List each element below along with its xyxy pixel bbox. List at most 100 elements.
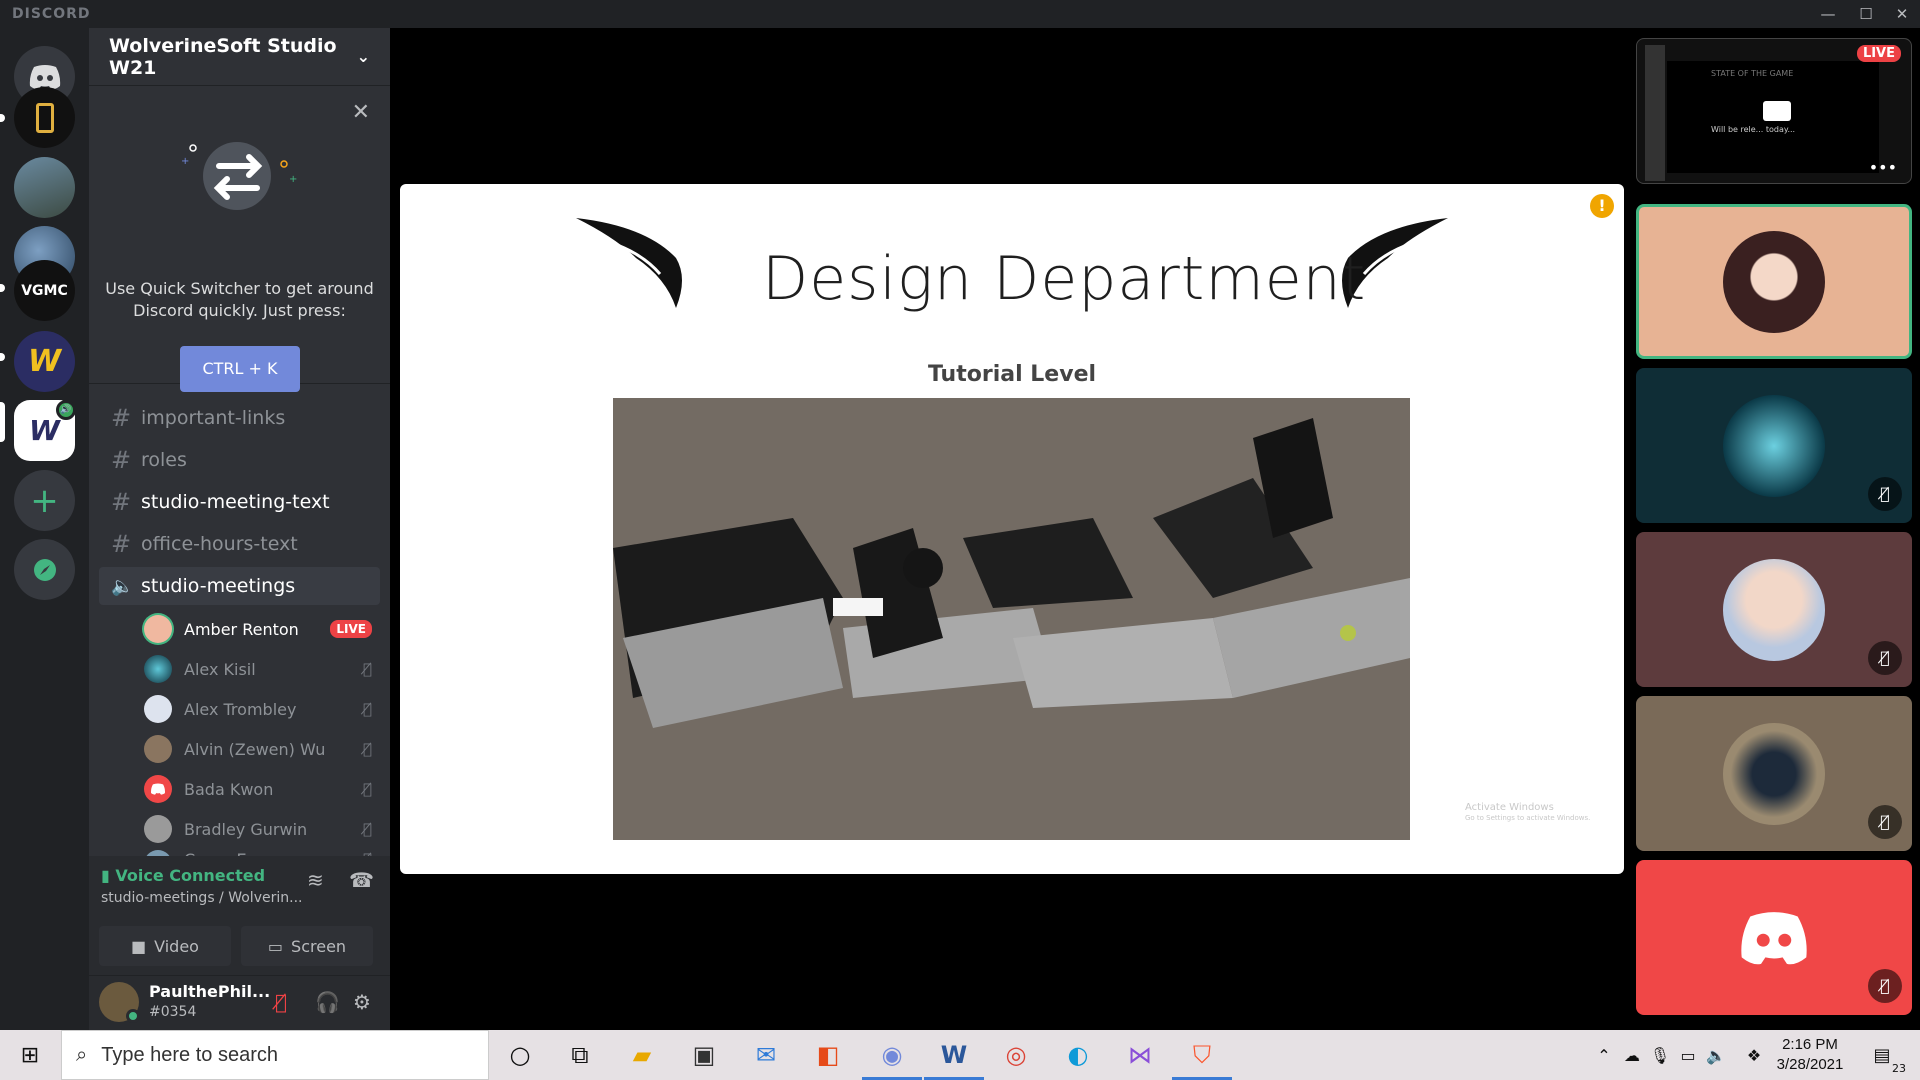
visual-studio-icon[interactable]: ⋈ [1122, 1037, 1158, 1073]
chevron-down-icon: ⌄ [356, 47, 370, 66]
participant-tile[interactable]: 🎙̸ [1636, 532, 1912, 687]
noise-suppression-icon[interactable]: ≋ [307, 868, 324, 892]
channel-roles[interactable]: # roles [99, 441, 380, 479]
video-button[interactable]: ■ Video [99, 926, 231, 966]
member-name: Amber Renton [184, 619, 299, 639]
taskbar-search[interactable]: ⌕ Type here to search [61, 1030, 489, 1080]
mic-muted-icon: 🎙̸ [362, 740, 372, 758]
mail-icon[interactable]: ✉ [748, 1037, 784, 1073]
maximize-button[interactable]: ☐ [1850, 0, 1882, 28]
channel-name: important-links [141, 407, 286, 429]
voice-member[interactable]: Bradley Gurwin 🎙̸ [144, 810, 380, 848]
close-icon[interactable]: ✕ [352, 100, 370, 125]
voice-member[interactable]: Alex Trombley 🎙̸ [144, 690, 380, 728]
voice-member[interactable]: Alvin (Zewen) Wu 🎙̸ [144, 730, 380, 768]
word-icon[interactable]: W [924, 1037, 984, 1080]
warning-icon[interactable]: ! [1590, 194, 1614, 218]
stream-viewer[interactable]: Design Department Tutorial Level Activat… [390, 28, 1633, 1030]
windows-taskbar: ⊞ ⌕ Type here to search ○ ⧉ ▰ ▣ ✉ ◧ ◉ W … [0, 1030, 1920, 1080]
cortana-icon[interactable]: ○ [502, 1037, 538, 1073]
member-name: Alex Trombley [184, 699, 297, 719]
level-render-image [613, 398, 1410, 840]
discord-taskbar-icon[interactable]: ◉ [862, 1037, 922, 1080]
task-view-icon[interactable]: ⧉ [562, 1037, 598, 1073]
stream-preview-tile[interactable]: STATE OF THE GAME Will be rele... today.… [1636, 38, 1912, 184]
system-clock[interactable]: 2:16 PM 3/28/2021 [1770, 1035, 1850, 1075]
speaker-icon: 🔈 [111, 575, 134, 597]
chrome-icon[interactable]: ◎ [998, 1037, 1034, 1073]
screen-share-button[interactable]: ▭ Screen [241, 926, 373, 966]
explore-servers-button[interactable] [14, 539, 75, 600]
participant-tile[interactable]: 🎙̸ [1636, 368, 1912, 523]
server-icon-vgmc[interactable]: VGMC [14, 260, 75, 321]
channel-name: roles [141, 449, 187, 471]
quick-switcher-tip: ✕ + + Use Quick Switcher to get around D… [89, 86, 390, 392]
more-options-icon[interactable]: ••• [1869, 158, 1897, 177]
minimize-button[interactable]: — [1812, 0, 1844, 28]
wing-left-icon [576, 218, 682, 308]
server-icon[interactable]: W [14, 331, 75, 392]
unread-indicator [0, 114, 5, 122]
mic-muted-icon: 🎙̸ [362, 660, 372, 678]
quick-switcher-shortcut-button[interactable]: CTRL + K [180, 346, 300, 392]
channel-office-hours-text[interactable]: # office-hours-text [99, 525, 380, 563]
participant-tile[interactable]: 🎙̸ [1636, 860, 1912, 1015]
mic-muted-icon: 🎙̸ [1868, 641, 1902, 675]
camera-icon: ■ [131, 936, 147, 956]
server-icon[interactable] [14, 87, 75, 148]
notification-center-icon[interactable]: ▤ 23 [1864, 1037, 1906, 1075]
channel-important-links[interactable]: # important-links [99, 399, 380, 437]
close-window-button[interactable]: ✕ [1886, 0, 1918, 28]
avatar [144, 775, 172, 803]
voice-status: ▮ Voice Connected [101, 866, 266, 885]
mic-muted-icon: 🎙̸ [1868, 805, 1902, 839]
live-badge: LIVE [330, 620, 372, 638]
server-icon[interactable] [14, 157, 75, 218]
voice-location[interactable]: studio-meetings / Wolverin... [101, 890, 302, 906]
participant-tile-speaking[interactable] [1636, 204, 1912, 359]
disconnect-call-icon[interactable]: ☎ [349, 868, 374, 892]
window-titlebar: DISCORD — ☐ ✕ [0, 0, 1920, 28]
channel-studio-meeting-text[interactable]: # studio-meeting-text [99, 483, 380, 521]
gear-icon[interactable]: ⚙ [353, 990, 371, 1014]
quick-switcher-illustration: + + [181, 142, 297, 210]
file-explorer-icon[interactable]: ▰ [624, 1037, 660, 1073]
brave-icon[interactable]: ⛉ [1172, 1037, 1232, 1080]
headphones-icon[interactable]: 🎧 [315, 990, 340, 1014]
volume-icon[interactable]: 🔈 [1698, 1037, 1734, 1073]
hashtag-icon: # [111, 404, 132, 432]
voice-member[interactable]: Bada Kwon 🎙̸ [144, 770, 380, 808]
voice-member[interactable]: Amber Renton LIVE [144, 610, 380, 648]
member-name: Alvin (Zewen) Wu [184, 739, 326, 759]
discord-logo-icon [151, 783, 165, 795]
office-icon[interactable]: ◧ [810, 1037, 846, 1073]
windows-start-icon[interactable]: ⊞ [12, 1037, 48, 1073]
app-brand: DISCORD [12, 6, 91, 22]
user-panel: PaulthePhil... #0354 🎙̸ 🎧 ⚙ [89, 976, 390, 1030]
quick-switcher-text: Use Quick Switcher to get around Discord… [105, 279, 374, 320]
voice-channel-studio-meetings[interactable]: 🔈 studio-meetings [99, 567, 380, 605]
avatar [144, 655, 172, 683]
avatar [144, 735, 172, 763]
participant-tile[interactable]: 🎙̸ [1636, 696, 1912, 851]
add-server-button[interactable]: + [14, 470, 75, 531]
mic-muted-icon[interactable]: 🎙̸ [275, 990, 287, 1014]
member-name: Bradley Gurwin [184, 819, 308, 839]
server-header[interactable]: WolverineSoft Studio W21 ⌄ [89, 28, 390, 86]
level-screenshot [613, 398, 1410, 840]
voice-member[interactable]: Alex Kisil 🎙̸ [144, 650, 380, 688]
live-badge: LIVE [1856, 45, 1901, 62]
shared-screen: Design Department Tutorial Level Activat… [400, 184, 1624, 874]
preview-heading: STATE OF THE GAME [1711, 69, 1794, 78]
store-icon[interactable]: ▣ [686, 1037, 722, 1073]
hashtag-icon: # [111, 530, 132, 558]
avatar [144, 615, 172, 643]
channel-name: office-hours-text [141, 533, 298, 555]
unread-indicator [0, 284, 5, 292]
signal-icon: ▮ [101, 866, 110, 885]
edge-icon[interactable]: ◐ [1060, 1037, 1096, 1073]
slide-title: Design Department [762, 244, 1367, 314]
dropbox-icon[interactable]: ❖ [1736, 1037, 1772, 1073]
username[interactable]: PaulthePhil... [149, 982, 270, 1001]
vgmc-logo-icon: VGMC [21, 282, 68, 299]
